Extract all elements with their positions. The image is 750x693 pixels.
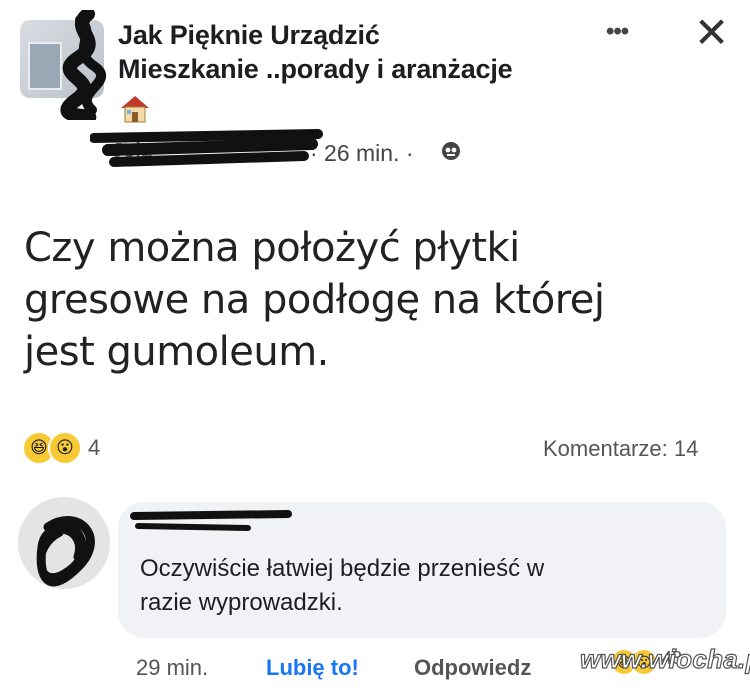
post-text: Czy można położyć płytki gresowe na podł…	[24, 222, 724, 378]
watermark: www.wiocha.pl	[579, 643, 750, 674]
more-options-icon[interactable]: •••	[606, 18, 629, 46]
post-text-line2: gresowe na podłogę na której	[24, 277, 605, 323]
comment-time[interactable]: 29 min.	[136, 655, 208, 681]
comment-text-line1: Oczywiście łatwiej będzie przenieść w	[140, 555, 545, 582]
avatar-scribble	[18, 497, 110, 589]
commenter-avatar[interactable]	[18, 497, 110, 589]
author-redaction	[90, 129, 323, 167]
comment-text-line2: razie wyprowadzki.	[140, 589, 343, 616]
post-text-line1: Czy można położyć płytki	[24, 225, 520, 271]
surprised-emoji-icon: 😮	[48, 431, 82, 465]
like-button[interactable]: Lubię to!	[266, 655, 359, 681]
reaction-count: 4	[88, 435, 101, 460]
group-name[interactable]: Jak Pięknie Urządzić Mieszkanie ..porady…	[118, 18, 513, 86]
redaction-scribble	[60, 10, 106, 120]
globe-icon	[442, 142, 460, 160]
reply-button[interactable]: Odpowiedz	[414, 655, 531, 681]
post-time[interactable]: · 26 min. ·	[310, 140, 414, 167]
group-name-line2[interactable]: Mieszkanie ..porady i aranżacje	[118, 52, 513, 86]
group-name-line1[interactable]: Jak Pięknie Urządzić	[118, 18, 512, 52]
post-text-line3: jest gumoleum.	[24, 329, 329, 375]
close-icon[interactable]: ✕	[694, 8, 729, 57]
comment-text: Oczywiście łatwiej będzie przenieść w ra…	[140, 552, 700, 620]
house-emoji-icon	[121, 96, 149, 123]
window-image	[28, 42, 62, 90]
commenter-name-redaction	[130, 510, 292, 531]
comments-count-link[interactable]: Komentarze: 14	[543, 436, 698, 462]
reactions-summary[interactable]: 😆 😮 4	[22, 428, 100, 468]
